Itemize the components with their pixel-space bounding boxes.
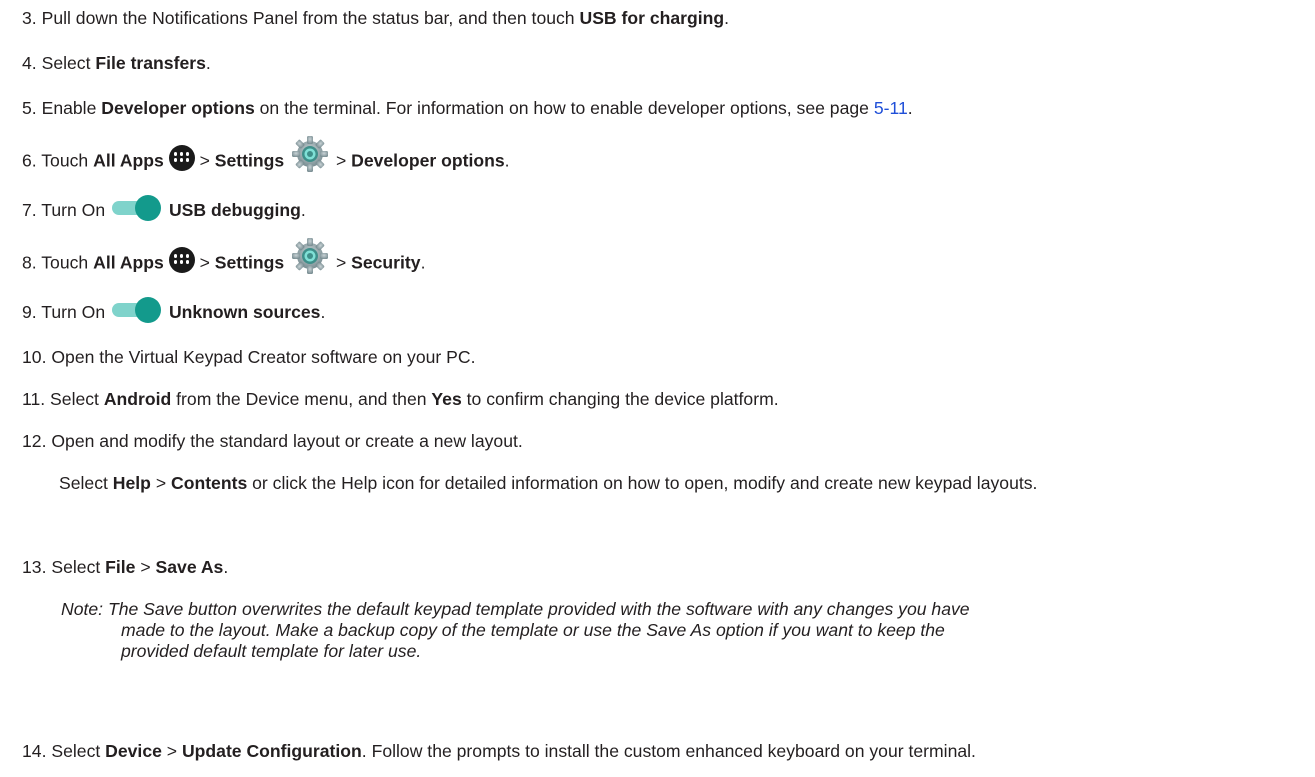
- step-text: .: [504, 150, 510, 171]
- step-bold: Settings: [214, 252, 285, 273]
- step-text: Pull down the Notifications Panel from t…: [41, 8, 580, 28]
- step-text: Select: [51, 557, 106, 577]
- note-text: provided default template for later use.: [121, 641, 422, 662]
- step-text: Turn On: [41, 200, 111, 220]
- step-bold: Developer options: [351, 150, 505, 171]
- step-bold: Security: [351, 252, 421, 273]
- note-text: made to the layout. Make a backup copy o…: [121, 620, 945, 641]
- step-bold: Update Configuration: [181, 741, 362, 761]
- step-11: 11. Select Android from the Device menu,…: [22, 389, 1315, 410]
- step-3: 3. Pull down the Notifications Panel fro…: [22, 8, 1315, 29]
- step-text: .: [320, 302, 326, 322]
- step-number: 9.: [22, 302, 37, 322]
- step-bold: USB debugging: [168, 200, 301, 220]
- separator: >: [331, 252, 352, 273]
- step-text: Select: [41, 53, 96, 73]
- step-text: .: [420, 252, 426, 273]
- step-bold: USB for charging: [579, 8, 725, 28]
- step-text: or click the Help icon for detailed info…: [247, 473, 1038, 493]
- step-text: Turn On: [41, 302, 111, 322]
- step-text: to confirm changing the device platform.: [461, 389, 779, 409]
- step-bold: Unknown sources: [168, 302, 321, 322]
- step-number: 3.: [22, 8, 37, 28]
- step-bold: Android: [103, 389, 172, 409]
- step-text: .: [205, 53, 211, 73]
- note-label: Note:: [61, 599, 104, 619]
- step-number: 6.: [22, 150, 37, 171]
- all-apps-icon: [168, 247, 195, 273]
- page-link[interactable]: 5-11: [874, 98, 908, 118]
- step-text: on the terminal. For information on how …: [254, 98, 874, 118]
- step-6: 6. Touch All Apps > Settings > Developer…: [22, 136, 1315, 175]
- step-bold: Device: [105, 741, 162, 761]
- note-text: The Save button overwrites the default k…: [103, 599, 970, 619]
- step-4: 4. Select File transfers.: [22, 53, 1315, 74]
- step-text: .: [223, 557, 229, 577]
- step-bold: Yes: [431, 389, 462, 409]
- step-text: from the Device menu, and then: [171, 389, 432, 409]
- step-number: 14.: [22, 741, 47, 761]
- step-number: 8.: [22, 252, 37, 273]
- step-text: Open and modify the standard layout or c…: [51, 431, 523, 451]
- note-block: Note: The Save button overwrites the def…: [61, 599, 1306, 662]
- step-text: . Follow the prompts to install the cust…: [361, 741, 976, 761]
- step-bold: All Apps: [93, 150, 164, 171]
- step-bold: Settings: [214, 150, 285, 171]
- separator: >: [135, 557, 156, 577]
- step-number: 4.: [22, 53, 37, 73]
- step-text: Touch: [41, 150, 94, 171]
- step-text: Touch: [41, 252, 94, 273]
- all-apps-icon: [168, 145, 195, 171]
- step-number: 7.: [22, 200, 37, 220]
- step-7: 7. Turn On USB debugging.: [22, 195, 1315, 222]
- step-text: Select: [51, 741, 106, 761]
- step-10: 10. Open the Virtual Keypad Creator soft…: [22, 347, 1315, 368]
- step-13: 13. Select File > Save As.: [22, 557, 1315, 578]
- step-text: Open the Virtual Keypad Creator software…: [51, 347, 476, 367]
- step-bold: File transfers: [95, 53, 206, 73]
- toggle-on-icon: [110, 297, 164, 324]
- step-text: .: [724, 8, 730, 28]
- step-number: 11.: [22, 389, 46, 409]
- step-text: .: [907, 98, 913, 118]
- separator: >: [150, 473, 171, 493]
- step-9: 9. Turn On Unknown sources.: [22, 297, 1315, 324]
- step-bold: Help: [112, 473, 151, 493]
- step-number: 12.: [22, 431, 47, 451]
- step-text: .: [300, 200, 306, 220]
- step-bold: All Apps: [93, 252, 164, 273]
- separator: >: [331, 150, 352, 171]
- step-14: 14. Select Device > Update Configuration…: [22, 741, 1315, 762]
- step-bold: Developer options: [101, 98, 255, 118]
- step-text: Select: [50, 389, 104, 409]
- settings-gear-icon: [289, 235, 331, 277]
- step-number: 5.: [22, 98, 37, 118]
- separator: >: [194, 150, 215, 171]
- step-number: 10.: [22, 347, 47, 367]
- step-bold: File: [105, 557, 136, 577]
- step-text: Select: [59, 473, 113, 493]
- step-8: 8. Touch All Apps > Settings > Security.: [22, 238, 1315, 277]
- separator: >: [161, 741, 182, 761]
- step-bold: Contents: [171, 473, 248, 493]
- toggle-on-icon: [110, 195, 164, 222]
- settings-gear-icon: [289, 133, 331, 175]
- step-text: Enable: [41, 98, 102, 118]
- separator: >: [194, 252, 215, 273]
- step-bold: Save As: [155, 557, 224, 577]
- step-number: 13.: [22, 557, 47, 577]
- step-12-detail: Select Help > Contents or click the Help…: [59, 473, 1299, 494]
- step-5: 5. Enable Developer options on the termi…: [22, 98, 1315, 119]
- step-12: 12. Open and modify the standard layout …: [22, 431, 1315, 452]
